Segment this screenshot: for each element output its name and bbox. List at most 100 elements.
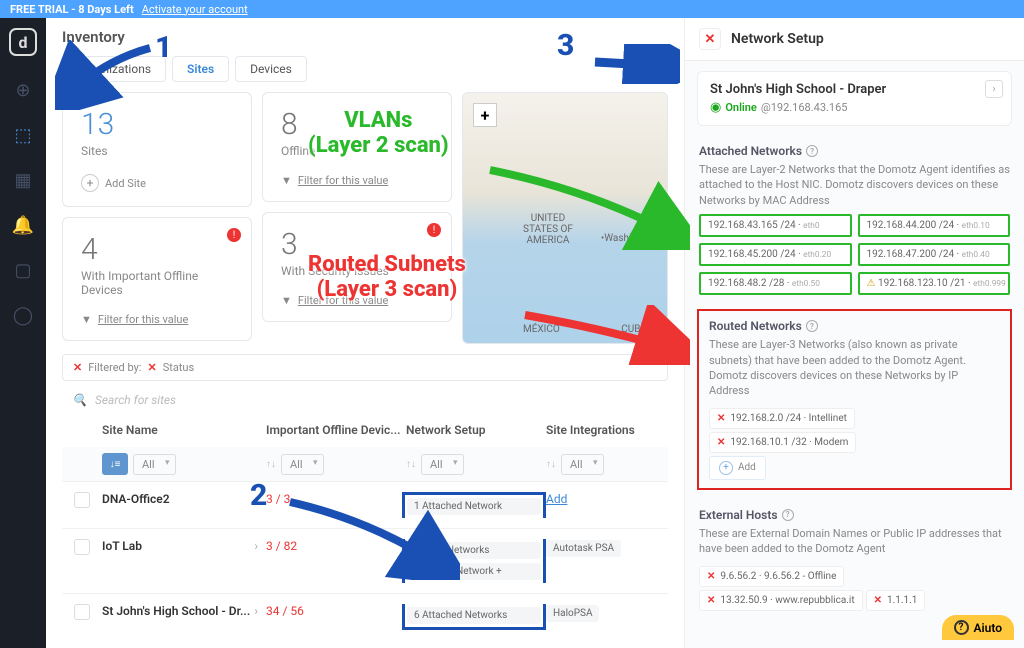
sort-icon[interactable]: ↑↓ <box>266 459 276 470</box>
add-integration-link[interactable]: Add <box>546 492 567 506</box>
card-security: ! 3 With Security Issues ▼ Filter for th… <box>262 212 452 322</box>
globe-icon[interactable]: ⊕ <box>15 80 30 101</box>
table-header: Site Name Important Offline Devic... Net… <box>62 413 668 447</box>
filter-offline[interactable]: ▼ Filter for this value <box>281 174 433 187</box>
filter-row: ↓≡ All ↑↓ All ↑↓ All ↑↓ All <box>62 447 668 481</box>
routed-network-chip[interactable]: ✕ 192.168.10.1 /32 · Modem <box>709 432 856 453</box>
filter-select-name[interactable]: All <box>133 454 176 475</box>
plus-icon: + <box>719 461 733 475</box>
remove-icon[interactable]: ✕ <box>717 437 725 448</box>
activate-link[interactable]: Activate your account <box>142 3 248 16</box>
tab-devices[interactable]: Devices <box>235 56 307 82</box>
filter-select-net[interactable]: All <box>421 454 464 475</box>
zoom-in-button[interactable]: + <box>473 103 497 127</box>
table-row[interactable]: IoT Lab›3 / 82tached Networks1 Routed Ne… <box>62 528 668 593</box>
external-host-chip[interactable]: ✕ 13.32.50.9 · www.repubblica.it <box>699 590 863 611</box>
attached-network-chip[interactable]: 192.168.48.2 /28 · eth0.50 <box>699 272 852 295</box>
row-checkbox[interactable] <box>74 604 90 620</box>
filter-select-off[interactable]: All <box>281 454 324 475</box>
filter-icon: ▼ <box>281 294 292 307</box>
routed-desc: These are Layer-3 Networks (also known a… <box>709 337 1000 399</box>
integration-chip: Autotask PSA <box>546 540 621 557</box>
map-label-washington: •Washington <box>601 233 657 244</box>
col-network[interactable]: Network Setup <box>406 423 546 437</box>
remove-icon[interactable]: ✕ <box>874 595 882 606</box>
col-offline[interactable]: Important Offline Devic... <box>266 423 406 437</box>
card-sites: 13 Sites + Add Site <box>62 92 252 207</box>
tab-organizations[interactable]: Organizations <box>62 56 166 82</box>
remove-icon[interactable]: ✕ <box>717 413 725 424</box>
clear-filters-icon[interactable]: ✕ <box>73 361 82 374</box>
sites-count: 13 <box>81 107 233 142</box>
help-icon[interactable]: ? <box>806 320 818 332</box>
dashboard-icon[interactable]: ▦ <box>14 170 31 191</box>
chevron-right-icon: › <box>254 604 266 618</box>
status-text: Online <box>725 101 757 114</box>
help-icon[interactable]: ? <box>782 509 794 521</box>
filter-bar: ✕ Filtered by: ✕ Status <box>62 354 668 381</box>
routed-networks-box: Routed Networks? These are Layer-3 Netwo… <box>697 309 1012 490</box>
cube-icon[interactable]: ⬚ <box>14 125 31 146</box>
tab-sites[interactable]: Sites <box>172 56 229 82</box>
offline-ratio: 3 / 82 <box>266 539 297 553</box>
row-checkbox[interactable] <box>74 539 90 555</box>
filter-security[interactable]: ▼ Filter for this value <box>281 294 433 307</box>
help-label: Aiuto <box>974 621 1003 635</box>
help-icon[interactable]: ? <box>806 145 818 157</box>
sites-label: Sites <box>81 144 233 158</box>
network-chip: tached Networks <box>407 542 541 559</box>
attached-network-chip[interactable]: 192.168.47.200 /24 · eth0.40 <box>858 243 1011 266</box>
remove-filter-icon[interactable]: ✕ <box>147 361 156 374</box>
tabs: Organizations Sites Devices <box>62 56 668 82</box>
warning-icon: ! <box>427 223 441 237</box>
help-button[interactable]: ? Aiuto <box>942 615 1015 640</box>
bell-icon[interactable]: 🔔 <box>12 215 34 236</box>
network-setup-highlight: tached Networks1 Routed Network + <box>402 539 546 583</box>
row-site-name: DNA-Office2 <box>102 492 170 506</box>
external-hosts-section: External Hosts? These are External Domai… <box>685 500 1024 619</box>
expand-icon[interactable]: › <box>985 80 1003 98</box>
sort-icon[interactable]: ↑↓ <box>546 459 556 470</box>
col-site-name[interactable]: Site Name <box>102 423 266 437</box>
filter-icon: ▼ <box>281 174 292 187</box>
page-title: Inventory <box>62 28 668 46</box>
sort-button[interactable]: ↓≡ <box>102 453 128 475</box>
filter-icon: ▼ <box>81 313 92 326</box>
row-checkbox[interactable] <box>74 492 90 508</box>
routed-network-chip[interactable]: ✕ 192.168.2.0 /24 · Intellinet <box>709 408 855 429</box>
external-host-chip[interactable]: ✕ 9.6.56.2 · 9.6.56.2 - Offline <box>699 566 844 587</box>
sort-icon[interactable]: ↑↓ <box>406 459 416 470</box>
table-row[interactable]: St John's High School - Dr...›34 / 566 A… <box>62 593 668 640</box>
attached-network-chip[interactable]: ⚠ 192.168.123.10 /21 · eth0.999 <box>858 272 1011 295</box>
attached-network-chip[interactable]: 192.168.44.200 /24 · eth0.10 <box>858 214 1011 237</box>
table-row[interactable]: DNA-Office2›3 / 31 Attached NetworkAdd <box>62 481 668 528</box>
filter-label: Filter for this value <box>298 294 388 307</box>
add-site-action[interactable]: + Add Site <box>81 174 233 192</box>
close-panel-button[interactable]: ✕ <box>699 28 721 50</box>
user-icon[interactable]: ◯ <box>13 305 33 326</box>
external-host-chip[interactable]: ✕ 1.1.1.1 <box>866 590 926 611</box>
add-site-label: Add Site <box>105 177 146 190</box>
map[interactable]: + UNITED STATES OF AMERICA •Washington M… <box>462 92 668 344</box>
row-site-name: St John's High School - Dr... <box>102 604 250 618</box>
device-icon[interactable]: ▢ <box>14 260 31 281</box>
search-bar[interactable]: 🔍 Search for sites <box>62 387 668 413</box>
offline-ratio: 3 / 3 <box>266 492 290 506</box>
map-label-mexico: MÉXICO <box>523 324 560 335</box>
row-site-name: IoT Lab <box>102 539 142 553</box>
filter-important[interactable]: ▼ Filter for this value <box>81 313 233 326</box>
network-chip: 6 Attached Networks <box>407 607 541 624</box>
map-label-cuba: CUBA <box>621 324 647 335</box>
filter-select-int[interactable]: All <box>561 454 604 475</box>
map-label-usa: UNITED STATES OF AMERICA <box>523 213 573 246</box>
card-offline: 8 Offline ▼ Filter for this value <box>262 92 452 202</box>
attached-network-chip[interactable]: 192.168.45.200 /24 · eth0.20 <box>699 243 852 266</box>
network-setup-panel: ✕ Network Setup St John's High School - … <box>684 18 1024 648</box>
col-integrations[interactable]: Site Integrations <box>546 423 666 437</box>
add-routed-button[interactable]: + Add <box>709 456 766 480</box>
remove-icon[interactable]: ✕ <box>707 595 715 606</box>
panel-title: Network Setup <box>731 31 824 47</box>
online-icon: ◉ <box>710 100 721 115</box>
remove-icon[interactable]: ✕ <box>707 571 715 582</box>
attached-network-chip[interactable]: 192.168.43.165 /24 · eth0 <box>699 214 852 237</box>
